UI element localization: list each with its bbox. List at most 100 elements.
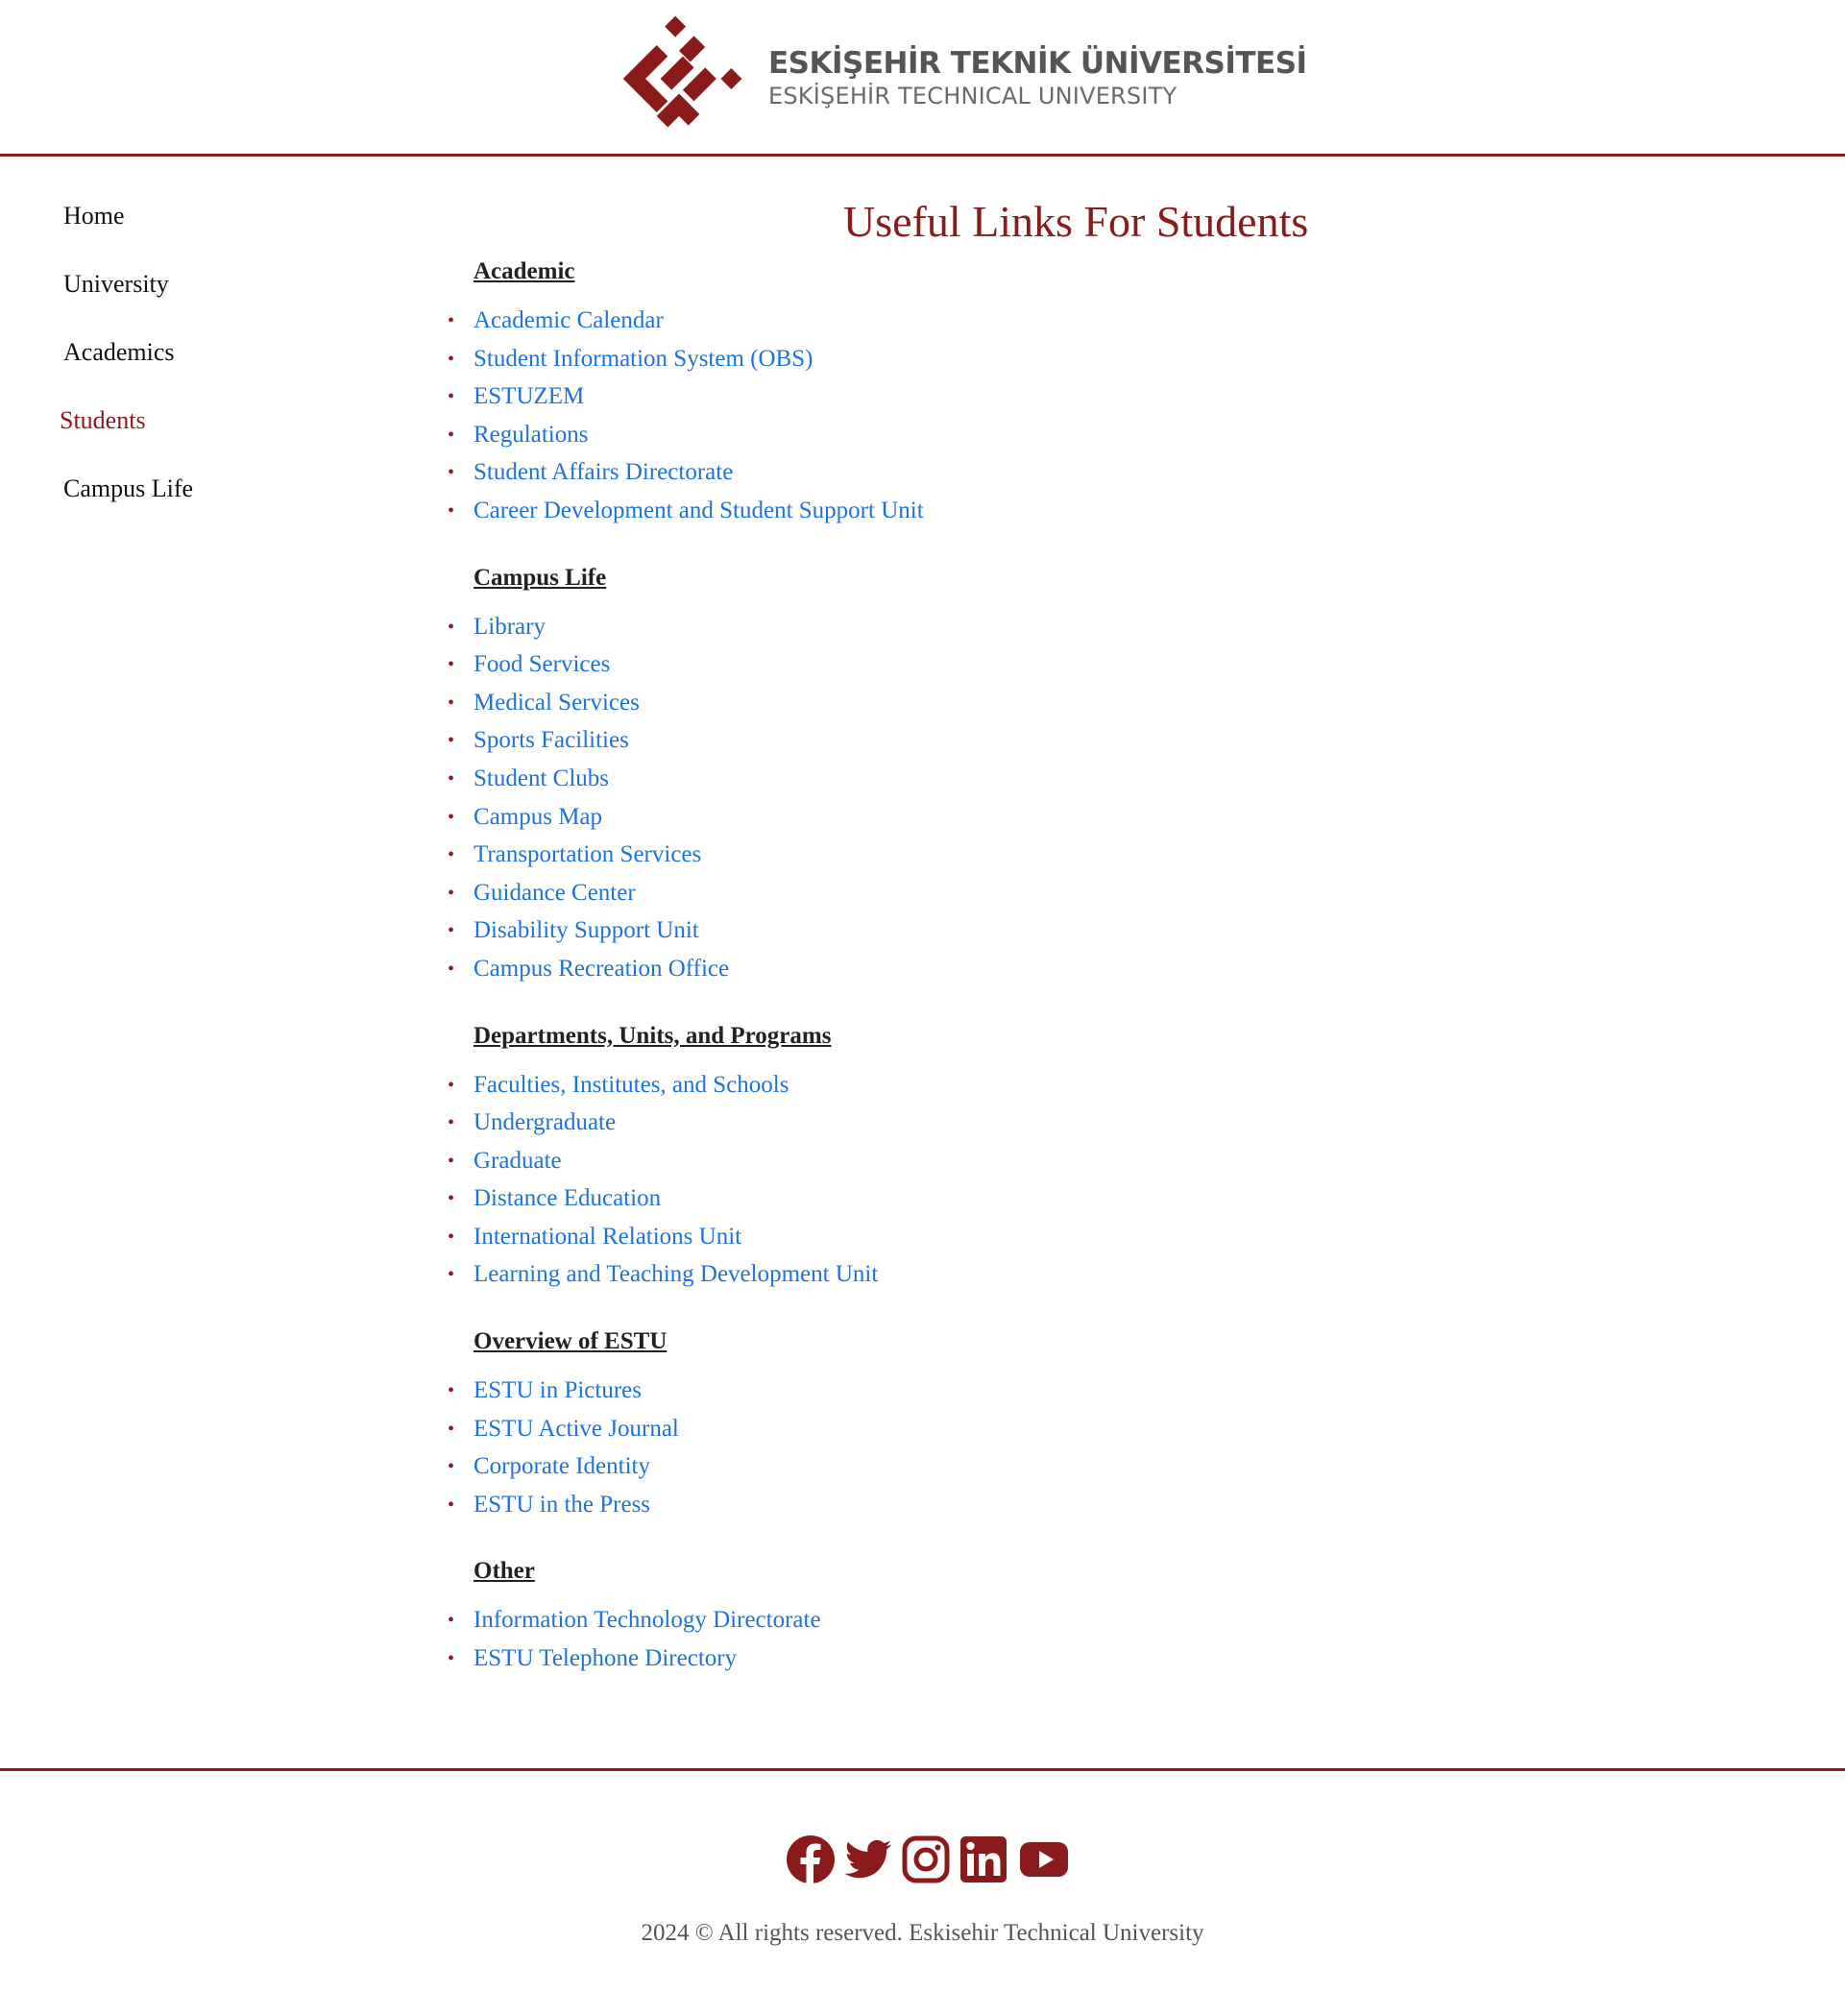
sidebar-item-home[interactable]: Home (0, 187, 423, 255)
student-link[interactable]: ESTU in the Press (473, 1492, 650, 1518)
bullet-icon: • (448, 1112, 455, 1134)
student-link[interactable]: Campus Map (473, 804, 602, 830)
list-item: • Transportation Services (448, 838, 1717, 877)
bullet-icon: • (448, 844, 455, 866)
student-link[interactable]: Student Clubs (473, 765, 609, 791)
instagram-icon[interactable] (901, 1834, 951, 1884)
list-item: • Sports Facilities (448, 724, 1717, 763)
student-link[interactable]: Faculties, Institutes, and Schools (473, 1072, 789, 1098)
list-item: • Graduate (448, 1145, 1717, 1183)
sidebar-nav: Home University Academics Students Campus Li… (0, 187, 423, 528)
youtube-icon[interactable] (1016, 1834, 1072, 1884)
student-link[interactable]: Student Information System (OBS) (473, 346, 813, 372)
list-item: • Faculties, Institutes, and Schools (448, 1069, 1717, 1107)
main-content: Useful Links For Students Academic • Acade… (440, 187, 1717, 1681)
list-item: • Undergraduate (448, 1106, 1717, 1145)
bullet-icon: • (448, 424, 455, 446)
sidebar-item-campus-life[interactable]: Campus Life (0, 460, 423, 528)
student-link[interactable]: Sports Facilities (473, 727, 629, 753)
list-item: • Career Development and Student Support … (448, 495, 1717, 533)
logo-title-turkish: ESKİŞEHİR TEKNİK ÜNİVERSİTESİ (768, 45, 1307, 81)
page-title: Useful Links For Students (843, 197, 1309, 246)
list-item: • Disability Support Unit (448, 914, 1717, 953)
link-list: • Academic Calendar • Student Information S… (448, 304, 1717, 533)
list-item: • ESTU Active Journal (448, 1413, 1717, 1451)
bullet-icon: • (448, 310, 455, 331)
logo-text: ESKİŞEHİR TEKNİK ÜNİVERSİTESİ ESKİŞEHİR … (768, 45, 1307, 110)
sidebar-item-university[interactable]: University (0, 255, 423, 324)
student-link[interactable]: Corporate Identity (473, 1453, 650, 1479)
student-link[interactable]: Guidance Center (473, 880, 636, 906)
bullet-icon: • (448, 1610, 455, 1632)
bullet-icon: • (448, 654, 455, 676)
bullet-icon: • (448, 462, 455, 484)
link-section: Departments, Units, and Programs • Faculti… (448, 1021, 1717, 1298)
student-link[interactable]: Undergraduate (473, 1109, 616, 1135)
list-item: • Guidance Center (448, 877, 1717, 915)
copyright-text: 2024 © All rights reserved. Eskisehir Te… (641, 1920, 1204, 1946)
student-link[interactable]: Food Services (473, 651, 610, 677)
bullet-icon: • (448, 1074, 455, 1096)
logo[interactable]: ESKİŞEHİR TEKNİK ÜNİVERSİTESİ ESKİŞEHİR … (613, 13, 1307, 144)
list-item: • Campus Map (448, 801, 1717, 839)
list-item: • Campus Recreation Office (448, 953, 1717, 991)
student-link[interactable]: ESTU in Pictures (473, 1377, 642, 1403)
student-link[interactable]: Campus Recreation Office (473, 956, 729, 982)
bullet-icon: • (448, 692, 455, 714)
student-link[interactable]: Distance Education (473, 1185, 661, 1211)
bullet-icon: • (448, 1264, 455, 1286)
bullet-icon: • (448, 730, 455, 752)
list-item: • Student Information System (OBS) (448, 343, 1717, 381)
list-item: • Corporate Identity (448, 1450, 1717, 1489)
linkedin-icon[interactable] (959, 1834, 1008, 1884)
bullet-icon: • (448, 767, 455, 789)
student-link[interactable]: ESTUZEM (473, 383, 584, 409)
bullet-icon: • (448, 1418, 455, 1440)
bullet-icon: • (448, 882, 455, 904)
list-item: • Learning and Teaching Development Unit (448, 1258, 1717, 1297)
student-link[interactable]: Academic Calendar (473, 307, 664, 333)
bullet-icon: • (448, 1150, 455, 1172)
link-list: • Faculties, Institutes, and Schools • Unde… (448, 1069, 1717, 1298)
student-link[interactable]: Medical Services (473, 690, 640, 716)
student-link[interactable]: Disability Support Unit (473, 917, 699, 943)
student-link[interactable]: Regulations (473, 422, 588, 448)
list-item: • ESTU in the Press (448, 1489, 1717, 1527)
list-item: • Academic Calendar (448, 304, 1717, 343)
bullet-icon: • (448, 806, 455, 828)
list-item: • Library (448, 611, 1717, 649)
list-item: • ESTU Telephone Directory (448, 1642, 1717, 1681)
list-item: • Food Services (448, 648, 1717, 687)
bullet-icon: • (448, 1456, 455, 1478)
student-link[interactable]: ESTU Active Journal (473, 1416, 679, 1442)
logo-title-english: ESKİŞEHİR TECHNICAL UNIVERSITY (768, 83, 1177, 110)
student-link[interactable]: ESTU Telephone Directory (473, 1645, 737, 1671)
link-section: Other • Information Technology Directorate… (448, 1556, 1717, 1681)
student-link[interactable]: Library (473, 614, 546, 640)
section-heading: Overview of ESTU (473, 1328, 668, 1355)
list-item: • ESTU in Pictures (448, 1374, 1717, 1413)
site-header: ESKİŞEHİR TEKNİK ÜNİVERSİTESİ ESKİŞEHİR … (0, 0, 1845, 157)
student-link[interactable]: Information Technology Directorate (473, 1607, 821, 1633)
student-link[interactable]: Career Development and Student Support U… (473, 498, 924, 523)
link-section: Campus Life • Library • Food Services • Medica… (448, 563, 1717, 991)
sidebar-item-students[interactable]: Students (0, 392, 423, 460)
bullet-icon: • (448, 1380, 455, 1402)
bullet-icon: • (448, 386, 455, 408)
list-item: • Regulations (448, 419, 1717, 457)
bullet-icon: • (448, 1648, 455, 1670)
list-item: • Distance Education (448, 1182, 1717, 1221)
student-link[interactable]: Graduate (473, 1148, 562, 1174)
bullet-icon: • (448, 616, 455, 638)
bullet-icon: • (448, 1188, 455, 1210)
bullet-icon: • (448, 499, 455, 522)
student-link[interactable]: Student Affairs Directorate (473, 459, 733, 485)
facebook-icon[interactable] (786, 1834, 836, 1884)
student-link[interactable]: Transportation Services (473, 841, 701, 867)
link-list: • Information Technology Directorate • ESTU… (448, 1604, 1717, 1681)
sidebar-item-academics[interactable]: Academics (0, 324, 423, 392)
student-link[interactable]: Learning and Teaching Development Unit (473, 1261, 878, 1287)
link-list: • Library • Food Services • Medical Services •… (448, 611, 1717, 991)
student-link[interactable]: International Relations Unit (473, 1224, 741, 1250)
twitter-icon[interactable] (843, 1834, 893, 1884)
